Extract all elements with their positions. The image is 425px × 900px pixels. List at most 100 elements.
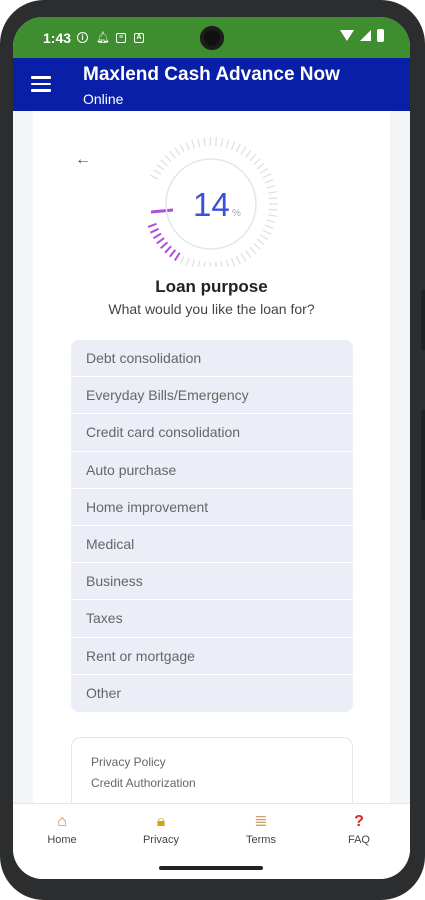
- app-subtitle: Online: [83, 91, 124, 107]
- option-item[interactable]: Business: [71, 563, 353, 601]
- gauge-tick-filled: [164, 245, 172, 254]
- gauge-tick: [264, 179, 274, 184]
- gauge-tick: [256, 162, 265, 170]
- gauge-tick: [266, 184, 276, 189]
- gauge-tick: [203, 137, 206, 147]
- gauge-tick: [185, 257, 190, 267]
- news-icon: ≡: [116, 32, 127, 43]
- status-icons-right: [340, 29, 384, 42]
- gauge-tick: [164, 154, 172, 163]
- gauge-tick: [215, 261, 217, 267]
- gauge-tick-filled: [168, 249, 177, 258]
- nav-home-label: Home: [47, 834, 77, 846]
- option-item[interactable]: Medical: [71, 526, 353, 564]
- gesture-bar[interactable]: [159, 866, 263, 870]
- scroll-icon: ≣: [254, 813, 268, 830]
- nav-terms-label: Terms: [246, 834, 276, 846]
- nav-privacy[interactable]: 🔒︎ Privacy: [121, 812, 201, 846]
- wifi-icon: [340, 30, 354, 41]
- gauge-tick: [203, 261, 206, 267]
- option-item[interactable]: Auto purchase: [71, 452, 353, 489]
- back-arrow-icon[interactable]: ←: [75, 151, 91, 169]
- gauge-tick-filled: [160, 241, 169, 250]
- menu-icon[interactable]: [31, 76, 51, 92]
- a-icon: A: [134, 32, 145, 43]
- power-button: [421, 410, 425, 520]
- status-icons-left: i 🔔︎ ≡ A: [77, 31, 145, 44]
- gauge-tick: [230, 141, 236, 150]
- question-icon: ?: [354, 813, 364, 830]
- gauge-tick: [225, 139, 230, 149]
- main-content[interactable]: ← 14 % Loan purpose What would you like …: [13, 111, 410, 803]
- gauge-tick: [156, 164, 165, 171]
- gauge-tick-filled: [173, 252, 181, 261]
- device-frame: 1:43 i 🔔︎ ≡ A Maxlend Cash Advance Now O…: [0, 0, 425, 900]
- footer-link[interactable]: Privacy Policy: [91, 752, 352, 773]
- gauge-tick: [220, 137, 224, 147]
- footer-links-card: Privacy Policy Credit Authorization: [71, 737, 353, 803]
- gauge-tick: [215, 137, 218, 147]
- gauge-tick: [150, 174, 159, 180]
- option-item[interactable]: Credit card consolidation: [71, 414, 353, 452]
- option-item[interactable]: Home improvement: [71, 489, 353, 526]
- gauge-tick: [179, 144, 185, 153]
- gauge-tick: [153, 169, 162, 175]
- question-title: Loan purpose: [155, 277, 268, 296]
- gauge-needle: [150, 208, 174, 214]
- gauge-tick: [267, 191, 277, 194]
- option-item[interactable]: Other: [71, 675, 353, 712]
- status-time: 1:43: [43, 29, 72, 46]
- nav-terms[interactable]: ≣ Terms: [221, 812, 301, 846]
- info-icon: i: [77, 32, 89, 43]
- option-item[interactable]: Rent or mortgage: [71, 638, 353, 675]
- gauge-tick: [225, 259, 229, 267]
- gauge-tick: [268, 197, 278, 200]
- gauge-tick: [235, 255, 241, 265]
- option-item[interactable]: Taxes: [71, 600, 353, 638]
- lock-icon: 🔒︎: [156, 813, 166, 830]
- gauge-tick: [197, 260, 201, 267]
- gauge-tick: [262, 229, 272, 235]
- gauge-tick: [262, 173, 272, 179]
- gauge-tick: [169, 150, 176, 159]
- option-item[interactable]: Everyday Bills/Emergency: [71, 377, 353, 415]
- gauge-tick: [230, 258, 236, 267]
- nav-faq[interactable]: ? FAQ: [319, 812, 399, 846]
- gauge-tick-filled: [152, 232, 162, 240]
- gauge-tick: [191, 139, 195, 149]
- gauge-tick: [253, 158, 261, 166]
- gauge-tick: [259, 234, 269, 241]
- status-bar: 1:43 i 🔔︎ ≡ A: [13, 17, 410, 58]
- gauge-tick: [160, 159, 168, 167]
- option-item[interactable]: Debt consolidation: [71, 340, 353, 378]
- gauge-tick: [185, 141, 190, 151]
- nav-privacy-label: Privacy: [142, 834, 180, 846]
- gauge-tick: [235, 143, 241, 153]
- progress-value: 14: [193, 186, 230, 223]
- gauge-tick: [220, 261, 223, 267]
- gauge-tick: [256, 238, 265, 246]
- footer-link[interactable]: Credit Authorization: [91, 773, 352, 794]
- gauge-tick: [245, 250, 252, 259]
- gauge-tick: [249, 153, 257, 162]
- volume-button: [421, 290, 425, 350]
- gauge-tick: [267, 214, 277, 217]
- nav-home[interactable]: ⌂ Home: [22, 812, 102, 846]
- app-bar: Maxlend Cash Advance Now Online: [13, 58, 410, 111]
- gauge-tick: [268, 208, 278, 211]
- gauge-tick: [191, 259, 195, 267]
- gauge-tick: [174, 147, 181, 156]
- nav-faq-label: FAQ: [347, 834, 370, 846]
- signal-icon: [360, 30, 371, 41]
- app-title: Maxlend Cash Advance Now: [83, 64, 340, 85]
- gauge-tick: [179, 255, 185, 264]
- battery-icon: [377, 29, 384, 42]
- gauge-tick: [253, 242, 261, 250]
- bell-icon: 🔔︎: [96, 31, 110, 44]
- screen: 1:43 i 🔔︎ ≡ A Maxlend Cash Advance Now O…: [13, 17, 410, 879]
- gauge-tick-filled: [147, 222, 157, 228]
- question-subtitle: What would you like the loan for?: [108, 301, 315, 317]
- loan-purpose-options: Debt consolidation Everyday Bills/Emergen…: [71, 340, 353, 712]
- gauge-tick: [197, 138, 201, 148]
- gauge-tick-filled: [150, 227, 160, 234]
